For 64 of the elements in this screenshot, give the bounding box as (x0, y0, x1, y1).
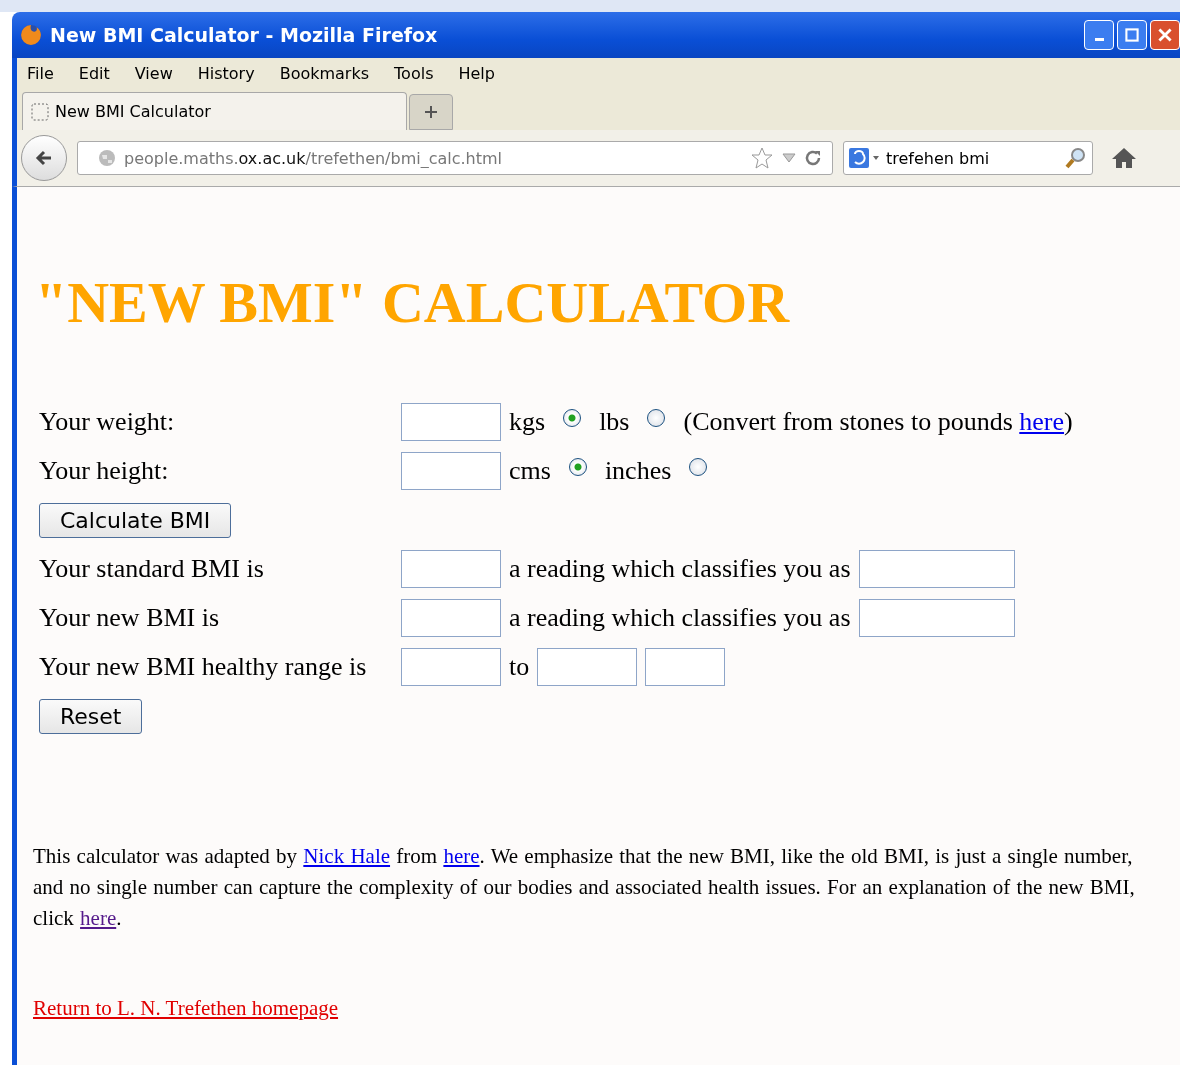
menu-item[interactable]: File (27, 63, 54, 83)
input-field[interactable] (401, 599, 501, 638)
back-button[interactable] (21, 135, 67, 181)
close-button[interactable] (1150, 20, 1180, 50)
input-field[interactable] (858, 550, 1015, 589)
field-label: Your standard BMI is (39, 554, 265, 585)
search-icon[interactable] (1064, 146, 1088, 170)
firefox-icon (20, 24, 42, 46)
homepage-link[interactable]: Return to L. N. Trefethen homepage (33, 995, 339, 1021)
search-field[interactable]: trefehen bmi (843, 141, 1093, 175)
search-engine-icon[interactable] (848, 147, 882, 169)
field-label: Your new BMI is (39, 603, 221, 634)
radio-button[interactable] (568, 458, 587, 477)
field-label: Your weight: (39, 407, 176, 438)
globe-icon (98, 149, 116, 167)
link[interactable]: here (80, 905, 117, 930)
form-button[interactable]: Reset (39, 698, 143, 734)
minimize-button[interactable] (1084, 20, 1114, 50)
input-field[interactable] (401, 452, 501, 491)
input-field[interactable] (401, 403, 501, 442)
link[interactable]: Nick Hale (303, 843, 391, 868)
radio-button[interactable] (647, 409, 666, 428)
link[interactable]: here (443, 843, 480, 868)
field-label: to (509, 652, 530, 683)
plus-icon (424, 105, 438, 119)
field-label: a reading which classifies you as (509, 554, 851, 585)
page-heading: "NEW BMI" CALCULATOR (35, 269, 791, 337)
menu-item[interactable]: Help (458, 63, 495, 83)
close-icon (1158, 28, 1172, 42)
field-label: a reading which classifies you as (509, 603, 851, 634)
input-field[interactable] (645, 648, 726, 687)
maximize-button[interactable] (1117, 20, 1147, 50)
menu-item[interactable]: Edit (78, 63, 110, 83)
browser-tab[interactable]: New BMI Calculator (22, 92, 407, 130)
input-field[interactable] (537, 648, 638, 687)
menu-item[interactable]: Bookmarks (279, 63, 370, 83)
input-field[interactable] (401, 648, 501, 687)
dropdown-icon[interactable] (782, 153, 796, 163)
radio-button[interactable] (689, 458, 708, 477)
menu-item[interactable]: Tools (394, 63, 434, 83)
unit-label: kgs (509, 407, 546, 438)
paragraph: This calculator was adapted by Nick Hale from here. We emphasize that the new BMI, like the old BMI, is just a single number, and no single number can capture the complexity of our bodies and associated health issues. For an explanation of the new BMI, click here. (33, 842, 1136, 932)
unit-label: cms (509, 456, 551, 487)
link[interactable]: here (1019, 407, 1065, 437)
new-tab-button[interactable] (409, 94, 453, 130)
reload-icon[interactable] (804, 149, 822, 167)
page-icon (31, 102, 49, 121)
menu-item[interactable]: View (134, 63, 173, 83)
minimize-icon (1094, 37, 1104, 41)
menu-item[interactable]: History (197, 63, 255, 83)
input-field[interactable] (858, 599, 1015, 638)
home-icon[interactable] (1111, 146, 1137, 170)
form-button[interactable]: Calculate BMI (39, 502, 232, 538)
radio-button[interactable] (563, 409, 582, 428)
unit-label: lbs (599, 407, 630, 438)
star-icon[interactable] (750, 146, 774, 170)
window-title: New BMI Calculator - Mozilla Firefox (50, 24, 439, 46)
unit-label: inches (604, 456, 672, 487)
note-text: (Convert from stones to pounds here) (683, 407, 1073, 438)
field-label: Your new BMI healthy range is (39, 652, 368, 683)
input-field[interactable] (401, 550, 501, 589)
field-label: Your height: (39, 456, 170, 487)
address-bar[interactable]: people.maths.ox.ac.uk/trefethen/bmi_calc.html (77, 141, 833, 175)
maximize-icon (1125, 28, 1139, 42)
